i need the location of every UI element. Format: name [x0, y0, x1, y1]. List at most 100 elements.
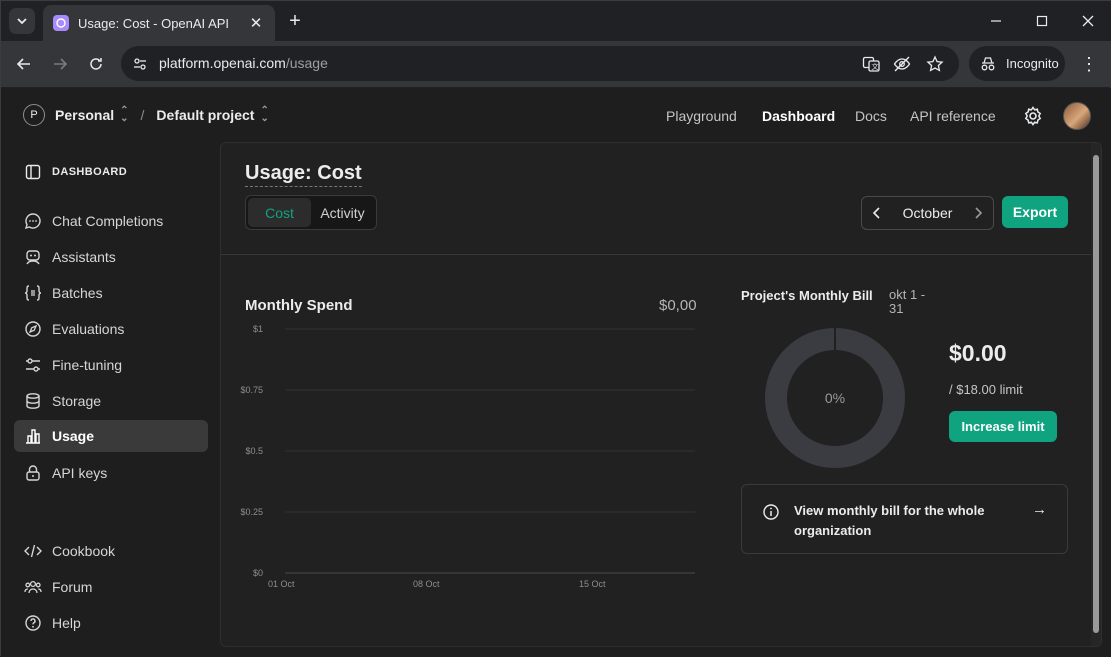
- tab-search-button[interactable]: [9, 8, 35, 34]
- sidebar-toggle-icon[interactable]: [25, 164, 41, 180]
- page-title: Usage: Cost: [245, 162, 362, 187]
- x-tick-label: 08 Oct: [413, 579, 440, 589]
- reload-button[interactable]: [85, 53, 107, 75]
- new-tab-button[interactable]: +: [285, 10, 305, 32]
- x-tick-label: 15 Oct: [579, 579, 606, 589]
- sidebar-item-label: Help: [52, 615, 81, 631]
- sidebar-item-api-keys[interactable]: API keys: [14, 457, 208, 489]
- tab-activity[interactable]: Activity: [311, 198, 374, 227]
- tab-cost[interactable]: Cost: [248, 198, 311, 227]
- translate-icon[interactable]: 文: [862, 55, 880, 73]
- sidebar-item-label: Chat Completions: [52, 213, 164, 229]
- sidebar-item-label: Batches: [52, 285, 103, 301]
- browser-menu-icon[interactable]: ⋮: [1079, 53, 1099, 75]
- robot-icon: [24, 248, 42, 266]
- minimize-button[interactable]: [984, 9, 1008, 33]
- nav-link-playground[interactable]: Playground: [666, 108, 737, 124]
- bar-chart-icon: [24, 427, 42, 445]
- nav-link-docs[interactable]: Docs: [855, 108, 887, 124]
- browser-tab[interactable]: Usage: Cost - OpenAI API ✕: [43, 5, 275, 41]
- chevron-right-icon[interactable]: [971, 206, 985, 220]
- url-host: platform.openai.com: [159, 55, 286, 71]
- chevron-left-icon[interactable]: [870, 206, 884, 220]
- sidebar-item-label: Forum: [52, 579, 93, 595]
- code-icon: [24, 542, 42, 560]
- monthly-bill-title: Project's Monthly Bill: [741, 288, 873, 303]
- maximize-button[interactable]: [1030, 9, 1054, 33]
- sidebar-item-forum[interactable]: Forum: [14, 571, 208, 603]
- sidebar-item-evaluations[interactable]: Evaluations: [14, 313, 208, 345]
- scrollbar[interactable]: [1091, 143, 1101, 646]
- sidebar-item-batches[interactable]: Batches: [14, 277, 208, 309]
- top-nav: P Personal ⌃ ⌄ / Default project ⌃ ⌄ Playg…: [1, 88, 1111, 142]
- y-tick-label: $1: [253, 324, 263, 334]
- tab-bar: Usage: Cost - OpenAI API ✕ +: [1, 1, 1111, 41]
- sidebar-item-help[interactable]: Help: [14, 607, 208, 639]
- gear-icon[interactable]: [1022, 105, 1044, 127]
- close-tab-icon[interactable]: ✕: [247, 14, 265, 32]
- sidebar-heading: DASHBOARD: [25, 164, 127, 180]
- breadcrumb-separator: /: [140, 107, 145, 123]
- sliders-icon: [24, 356, 42, 374]
- back-button[interactable]: [13, 53, 35, 75]
- usage-panel: Usage: Cost Cost Activity October Export…: [220, 142, 1102, 647]
- user-avatar[interactable]: [1063, 102, 1091, 130]
- sidebar-item-label: Evaluations: [52, 321, 125, 337]
- sidebar-item-fine-tuning[interactable]: Fine-tuning: [14, 349, 208, 381]
- braces-icon: [24, 284, 42, 302]
- chat-icon: [24, 212, 42, 230]
- sidebar-item-usage[interactable]: Usage: [14, 420, 208, 452]
- app: P Personal ⌃ ⌄ / Default project ⌃ ⌄ Playg…: [1, 88, 1111, 657]
- arrow-left-icon: [16, 58, 30, 70]
- sidebar-item-label: Storage: [52, 393, 102, 409]
- site-info-icon[interactable]: [132, 56, 148, 72]
- scrollbar-thumb[interactable]: [1093, 155, 1099, 633]
- sidebar-item-cookbook[interactable]: Cookbook: [14, 535, 208, 567]
- forward-button[interactable]: [49, 53, 71, 75]
- nav-link-api-reference[interactable]: API reference: [910, 108, 996, 124]
- project-switch-icon[interactable]: ⌃ ⌄: [260, 106, 268, 124]
- reload-icon: [90, 58, 102, 70]
- sidebar-item-chat-completions[interactable]: Chat Completions: [14, 205, 208, 237]
- incognito-label: Incognito: [1006, 56, 1059, 71]
- sidebar-item-storage[interactable]: Storage: [14, 385, 208, 417]
- toolbar: platform.openai.com/usage 文 Incognito ⋮: [1, 41, 1111, 87]
- sidebar-item-label: Usage: [52, 428, 95, 444]
- close-icon: [1082, 15, 1094, 27]
- lock-icon: [24, 464, 42, 482]
- export-button[interactable]: Export: [1002, 196, 1068, 228]
- x-tick-label: 01 Oct: [268, 579, 295, 589]
- monthly-spend-chart: $1 $0.75 $0.5 $0.25 $0 01 Oct 08 Oct 15 Oct: [240, 324, 695, 589]
- openai-favicon-icon: [53, 15, 69, 31]
- browser-window: Usage: Cost - OpenAI API ✕ + platform.op…: [0, 0, 1111, 657]
- y-tick-label: $0.75: [240, 385, 263, 395]
- sidebar-heading-label: DASHBOARD: [52, 166, 128, 178]
- close-window-button[interactable]: [1076, 9, 1100, 33]
- sidebar-item-assistants[interactable]: Assistants: [14, 241, 208, 273]
- info-icon: [763, 504, 779, 520]
- usage-view-toggle: Cost Activity: [245, 195, 377, 230]
- incognito-indicator[interactable]: Incognito: [969, 46, 1065, 81]
- chevron-down-icon: [17, 18, 27, 25]
- org-avatar[interactable]: P: [23, 104, 45, 126]
- star-icon[interactable]: [926, 55, 944, 73]
- svg-text:文: 文: [872, 62, 879, 71]
- month-label: October: [902, 205, 953, 221]
- database-icon: [24, 392, 42, 410]
- bill-limit: / $18.00 limit: [949, 382, 1023, 397]
- nav-link-dashboard[interactable]: Dashboard: [762, 108, 835, 124]
- address-bar[interactable]: platform.openai.com/usage 文: [121, 46, 959, 81]
- minimize-icon: [991, 20, 1001, 22]
- org-bill-link-card[interactable]: View monthly bill for the whole organiza…: [741, 484, 1068, 554]
- org-bill-link-text: View monthly bill for the whole organiza…: [794, 503, 985, 538]
- org-name[interactable]: Personal: [55, 107, 114, 123]
- monthly-bill-range: okt 1 - 31: [889, 287, 926, 316]
- increase-limit-button[interactable]: Increase limit: [949, 411, 1057, 442]
- tab-title: Usage: Cost - OpenAI API: [78, 15, 230, 31]
- org-switch-icon[interactable]: ⌃ ⌄: [120, 106, 128, 124]
- url-path: /usage: [285, 55, 328, 71]
- project-name[interactable]: Default project: [156, 107, 254, 123]
- eye-off-icon[interactable]: [893, 55, 911, 73]
- month-picker: October: [861, 196, 994, 230]
- people-icon: [24, 578, 42, 596]
